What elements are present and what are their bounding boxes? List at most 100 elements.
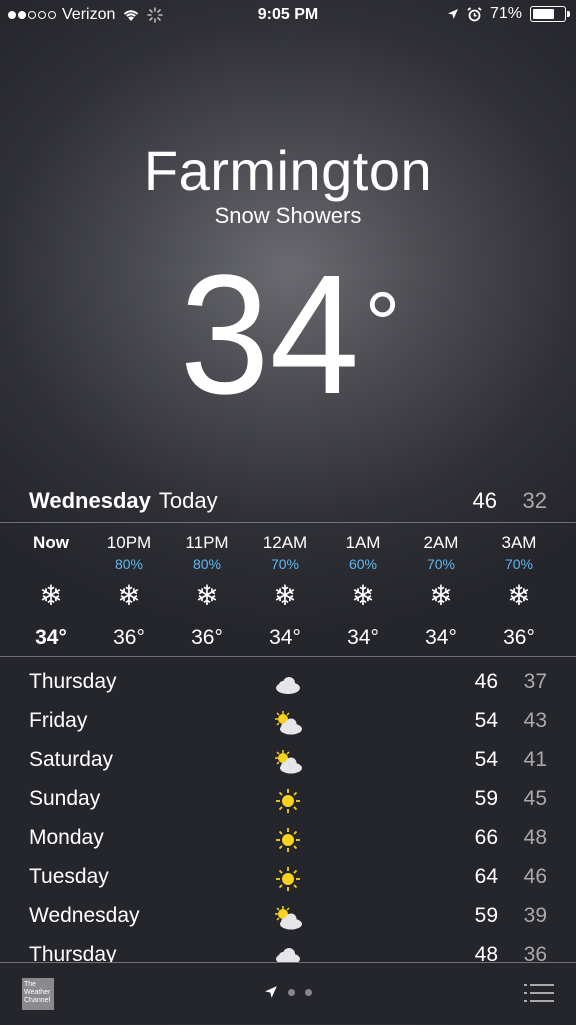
day-high: 59 xyxy=(474,904,498,927)
hour-item: 12AM 70% ❄ 34° xyxy=(246,532,324,650)
list-icon[interactable] xyxy=(524,983,554,1003)
day-high: 54 xyxy=(474,709,498,732)
day-low: 39 xyxy=(523,904,547,927)
partly-sunny-icon xyxy=(275,711,302,735)
day-name: Thursday xyxy=(29,670,117,693)
hour-precip: 70% xyxy=(504,556,534,572)
day-name: Monday xyxy=(29,826,104,849)
status-right: 71% xyxy=(447,5,570,23)
today-label: Today xyxy=(158,488,218,513)
daily-row: Monday 66 48 xyxy=(0,820,576,859)
hour-precip: 70% xyxy=(270,556,300,572)
day-low: 45 xyxy=(523,787,547,810)
hourly-forecast[interactable]: Now ❄ 34° 10PM 80% ❄ 36° 11PM 80% ❄ 36° … xyxy=(12,532,570,650)
day-name: Sunday xyxy=(29,787,101,810)
snowflake-icon: ❄ xyxy=(195,580,219,611)
alarm-icon xyxy=(467,6,482,21)
divider xyxy=(0,522,576,523)
hour-precip: 80% xyxy=(192,556,222,572)
today-high: 46 xyxy=(472,488,497,513)
location-arrow-icon xyxy=(265,986,277,998)
page-dot xyxy=(305,988,312,996)
hour-item: 11PM 80% ❄ 36° xyxy=(168,532,246,650)
degree-symbol: ° xyxy=(364,275,401,375)
daily-row: Thursday 48 36 xyxy=(0,937,576,962)
weather-channel-logo[interactable]: The Weather Channel xyxy=(22,978,54,1010)
hour-precip: 60% xyxy=(348,556,378,572)
partly-sunny-icon xyxy=(275,750,302,774)
sun-icon xyxy=(276,828,300,852)
hour-time: 10PM xyxy=(106,533,152,552)
day-high: 66 xyxy=(474,826,498,849)
hour-temp: 36° xyxy=(113,626,145,649)
hour-time: 2AM xyxy=(423,533,459,552)
cloud-icon xyxy=(276,677,300,694)
status-bar: Verizon 9:05 PM 71% xyxy=(0,0,576,32)
day-high: 46 xyxy=(474,670,498,693)
snowflake-icon: ❄ xyxy=(351,580,375,611)
sun-icon xyxy=(276,867,300,891)
day-high: 48 xyxy=(474,943,498,962)
page-indicator[interactable] xyxy=(264,985,312,999)
battery-percent: 71% xyxy=(489,5,522,22)
hour-temp: 34° xyxy=(425,626,457,649)
day-name: Friday xyxy=(29,709,88,732)
hour-item: 3AM 70% ❄ 36° xyxy=(480,532,558,650)
snowflake-icon: ❄ xyxy=(273,580,297,611)
hour-temp: 34° xyxy=(269,626,301,649)
location-arrow-icon xyxy=(447,9,458,19)
day-name: Wednesday xyxy=(29,904,140,927)
daily-row: Tuesday 64 46 xyxy=(0,859,576,898)
hour-temp: 34° xyxy=(347,626,379,649)
hour-temp: 36° xyxy=(503,626,535,649)
hour-time: 11PM xyxy=(185,533,229,552)
hour-item: 1AM 60% ❄ 34° xyxy=(324,532,402,650)
day-name: Saturday xyxy=(29,748,114,771)
hour-time: 1AM xyxy=(345,533,381,552)
hour-temp: 34° xyxy=(35,626,67,649)
daily-row: Friday 54 43 xyxy=(0,703,576,742)
snowflake-icon: ❄ xyxy=(117,580,141,611)
day-high: 54 xyxy=(474,748,498,771)
daily-row: Wednesday 59 39 xyxy=(0,898,576,937)
weather-condition: Snow Showers xyxy=(214,203,362,228)
hour-item: 10PM 80% ❄ 36° xyxy=(90,532,168,650)
day-low: 46 xyxy=(523,865,547,888)
day-low: 37 xyxy=(523,670,547,693)
hour-precip: 70% xyxy=(426,556,456,572)
daily-forecast[interactable]: Thursday 46 37 Friday 54 43 Saturday 54 … xyxy=(0,664,576,962)
day-name: Thursday xyxy=(29,943,117,962)
day-high: 59 xyxy=(474,787,498,810)
snowflake-icon: ❄ xyxy=(429,580,453,611)
hour-precip xyxy=(12,554,90,574)
today-low: 32 xyxy=(522,488,547,513)
today-row: Wednesday Today 46 32 xyxy=(29,488,547,520)
current-temperature: 34° xyxy=(0,240,576,430)
partly-sunny-icon xyxy=(275,906,302,930)
hour-item: 2AM 70% ❄ 34° xyxy=(402,532,480,650)
hour-item: Now ❄ 34° xyxy=(12,532,90,650)
page-dot xyxy=(288,988,295,996)
day-low: 36 xyxy=(523,943,547,962)
daily-row: Sunday 59 45 xyxy=(0,781,576,820)
hour-precip: 80% xyxy=(114,556,144,572)
hour-temp: 36° xyxy=(191,626,223,649)
day-name: Tuesday xyxy=(29,865,109,888)
day-low: 41 xyxy=(523,748,547,771)
daily-row: Saturday 54 41 xyxy=(0,742,576,781)
daily-row: Thursday 46 37 xyxy=(0,664,576,703)
day-low: 48 xyxy=(523,826,547,849)
divider xyxy=(0,656,576,657)
hour-time: 12AM xyxy=(262,533,308,552)
hour-time: Now xyxy=(33,533,69,552)
today-day: Wednesday xyxy=(29,488,151,513)
day-low: 43 xyxy=(523,709,547,732)
battery-icon xyxy=(530,6,570,22)
city-name: Farmington xyxy=(143,139,433,202)
cloud-rain-icon xyxy=(276,948,300,962)
bottom-toolbar: The Weather Channel xyxy=(0,962,576,1025)
current-temperature-value: 34 xyxy=(180,240,360,430)
day-high: 64 xyxy=(474,865,498,888)
snowflake-icon: ❄ xyxy=(507,580,531,611)
sun-icon xyxy=(276,789,300,813)
